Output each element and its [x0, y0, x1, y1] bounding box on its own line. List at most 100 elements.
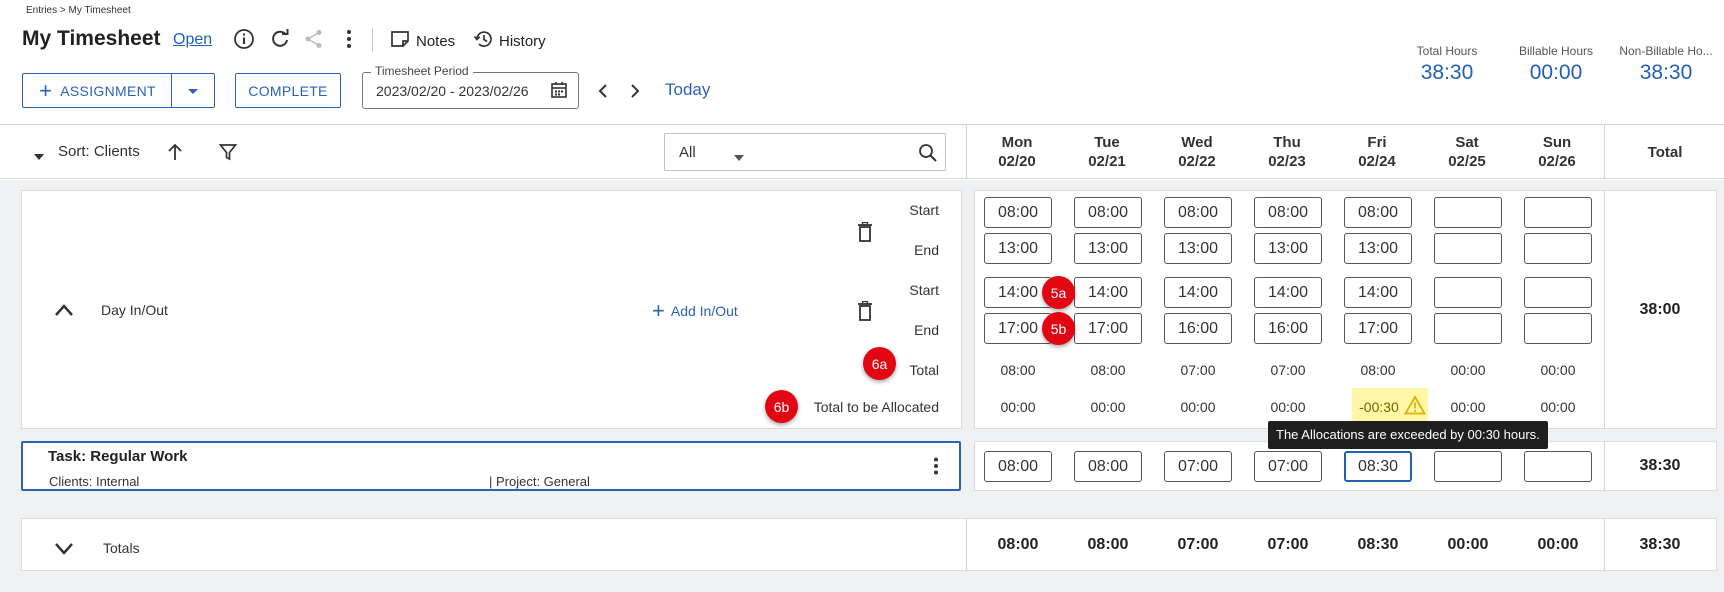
day-date: 02/26	[1538, 153, 1576, 170]
end-time-input[interactable]: 17:00	[1344, 313, 1412, 344]
arrow-up-icon[interactable]	[163, 140, 187, 164]
total-hours-stat: Total Hours 38:30	[1402, 44, 1492, 85]
start-time-input[interactable]: 08:00	[1074, 197, 1142, 228]
end-time-input[interactable]: 13:00	[1164, 233, 1232, 264]
add-inout-label: Add In/Out	[670, 303, 738, 319]
annotation-badge-5b: 5b	[1042, 312, 1075, 345]
totals-label: Totals	[103, 540, 140, 556]
day-header-sun: Sun 02/26	[1517, 133, 1597, 171]
day-name: Tue	[1094, 134, 1120, 151]
assignment-dropdown-button[interactable]	[171, 73, 215, 108]
more-vertical-icon[interactable]	[337, 27, 361, 51]
chevron-down-icon[interactable]	[52, 536, 76, 560]
end-time-input[interactable]	[1434, 233, 1502, 264]
delete-icon[interactable]	[853, 220, 877, 244]
day-date: 02/22	[1178, 153, 1216, 170]
start-time-input[interactable]	[1434, 277, 1502, 308]
history-icon	[473, 29, 493, 53]
history-button[interactable]: History	[473, 29, 546, 53]
delete-icon[interactable]	[853, 299, 877, 323]
filter-icon[interactable]	[216, 140, 240, 164]
breadcrumb: Entries > My Timesheet	[26, 5, 131, 16]
day-header-sat: Sat 02/25	[1427, 133, 1507, 171]
day-name: Mon	[1001, 134, 1033, 151]
end-time-input[interactable]: 13:00	[1074, 233, 1142, 264]
warning-icon[interactable]	[1403, 395, 1427, 418]
refresh-icon[interactable]	[268, 27, 292, 51]
end-time-input[interactable]	[1434, 313, 1502, 344]
day-total-value: 00:00	[1450, 362, 1486, 378]
info-icon[interactable]	[232, 27, 256, 51]
add-inout-button[interactable]: + Add In/Out	[652, 300, 738, 322]
to-allocate-value: 00:00	[1450, 399, 1486, 415]
start-time-input[interactable]	[1524, 277, 1592, 308]
start-time-input[interactable]: 14:00	[1344, 277, 1412, 308]
column-divider	[966, 124, 967, 179]
search-icon[interactable]	[918, 143, 938, 166]
notes-label: Notes	[416, 32, 456, 50]
task-hours-input[interactable]: 08:00	[984, 451, 1052, 482]
end-time-input[interactable]	[1524, 233, 1592, 264]
filter-search-box[interactable]: All	[664, 133, 946, 171]
share-icon[interactable]	[302, 27, 326, 51]
caret-down-icon[interactable]	[734, 149, 744, 165]
page-title: My Timesheet	[22, 27, 161, 50]
end-time-input[interactable]: 13:00	[984, 233, 1052, 264]
stat-value: 00:00	[1529, 61, 1583, 84]
annotation-badge-6a: 6a	[863, 347, 896, 380]
start-time-input[interactable]: 08:00	[1164, 197, 1232, 228]
task-client: Clients: Internal	[49, 474, 140, 489]
start-time-input[interactable]: 14:00	[1254, 277, 1322, 308]
more-vertical-icon[interactable]	[933, 457, 939, 478]
status-link[interactable]: Open	[173, 31, 212, 49]
plus-icon: +	[652, 298, 665, 323]
end-time-input[interactable]: 17:00	[1074, 313, 1142, 344]
sort-label[interactable]: Sort: Clients	[58, 143, 140, 160]
day-header-fri: Fri 02/24	[1337, 133, 1417, 171]
filter-select-value[interactable]: All	[679, 144, 696, 161]
day-grand-total: 00:00	[1537, 536, 1579, 553]
start-time-input[interactable]	[1524, 197, 1592, 228]
day-total-value: 00:00	[1540, 362, 1576, 378]
start-time-input[interactable]: 08:00	[984, 197, 1052, 228]
column-divider	[1604, 441, 1605, 491]
today-link[interactable]: Today	[665, 80, 710, 100]
task-hours-input[interactable]: 08:30	[1344, 451, 1412, 482]
to-allocate-value: -00:30	[1359, 399, 1399, 415]
add-assignment-button[interactable]: + ASSIGNMENT	[22, 73, 172, 108]
column-divider	[1604, 190, 1605, 429]
start-time-input[interactable]: 08:00	[1344, 197, 1412, 228]
start-time-input[interactable]: 08:00	[1254, 197, 1322, 228]
chevron-left-icon[interactable]	[591, 79, 615, 103]
billable-hours-stat: Billable Hours 00:00	[1508, 44, 1604, 85]
day-name: Sun	[1542, 134, 1572, 151]
chevron-right-icon[interactable]	[623, 79, 647, 103]
task-hours-input[interactable]: 07:00	[1164, 451, 1232, 482]
start-time-input[interactable]	[1434, 197, 1502, 228]
day-name: Thu	[1273, 134, 1301, 151]
task-hours-input[interactable]	[1524, 451, 1592, 482]
task-hours-input[interactable]: 07:00	[1254, 451, 1322, 482]
stat-label: Billable Hours	[1518, 44, 1594, 58]
end-time-input[interactable]: 13:00	[1344, 233, 1412, 264]
column-divider	[1604, 518, 1605, 571]
task-hours-input[interactable]	[1434, 451, 1502, 482]
end-label: End	[914, 242, 939, 258]
start-time-input[interactable]: 14:00	[1164, 277, 1232, 308]
day-total-value: 08:00	[1090, 362, 1126, 378]
end-time-input[interactable]: 16:00	[1164, 313, 1232, 344]
notes-button[interactable]: Notes	[390, 29, 455, 53]
end-time-input[interactable]: 13:00	[1254, 233, 1322, 264]
timesheet-period-field[interactable]: Timesheet Period 2023/02/20 - 2023/02/26	[362, 64, 579, 109]
task-hours-input[interactable]: 08:00	[1074, 451, 1142, 482]
chevron-up-icon[interactable]	[52, 298, 76, 322]
start-time-input[interactable]: 14:00	[1074, 277, 1142, 308]
day-name: Wed	[1181, 134, 1213, 151]
end-time-input[interactable]	[1524, 313, 1592, 344]
task-row-total: 38:30	[1639, 457, 1681, 474]
sort-caret-icon[interactable]	[34, 148, 44, 164]
complete-button[interactable]: COMPLETE	[235, 73, 341, 108]
end-time-input[interactable]: 16:00	[1254, 313, 1322, 344]
start-label: Start	[909, 202, 939, 218]
calendar-icon[interactable]	[550, 81, 568, 102]
